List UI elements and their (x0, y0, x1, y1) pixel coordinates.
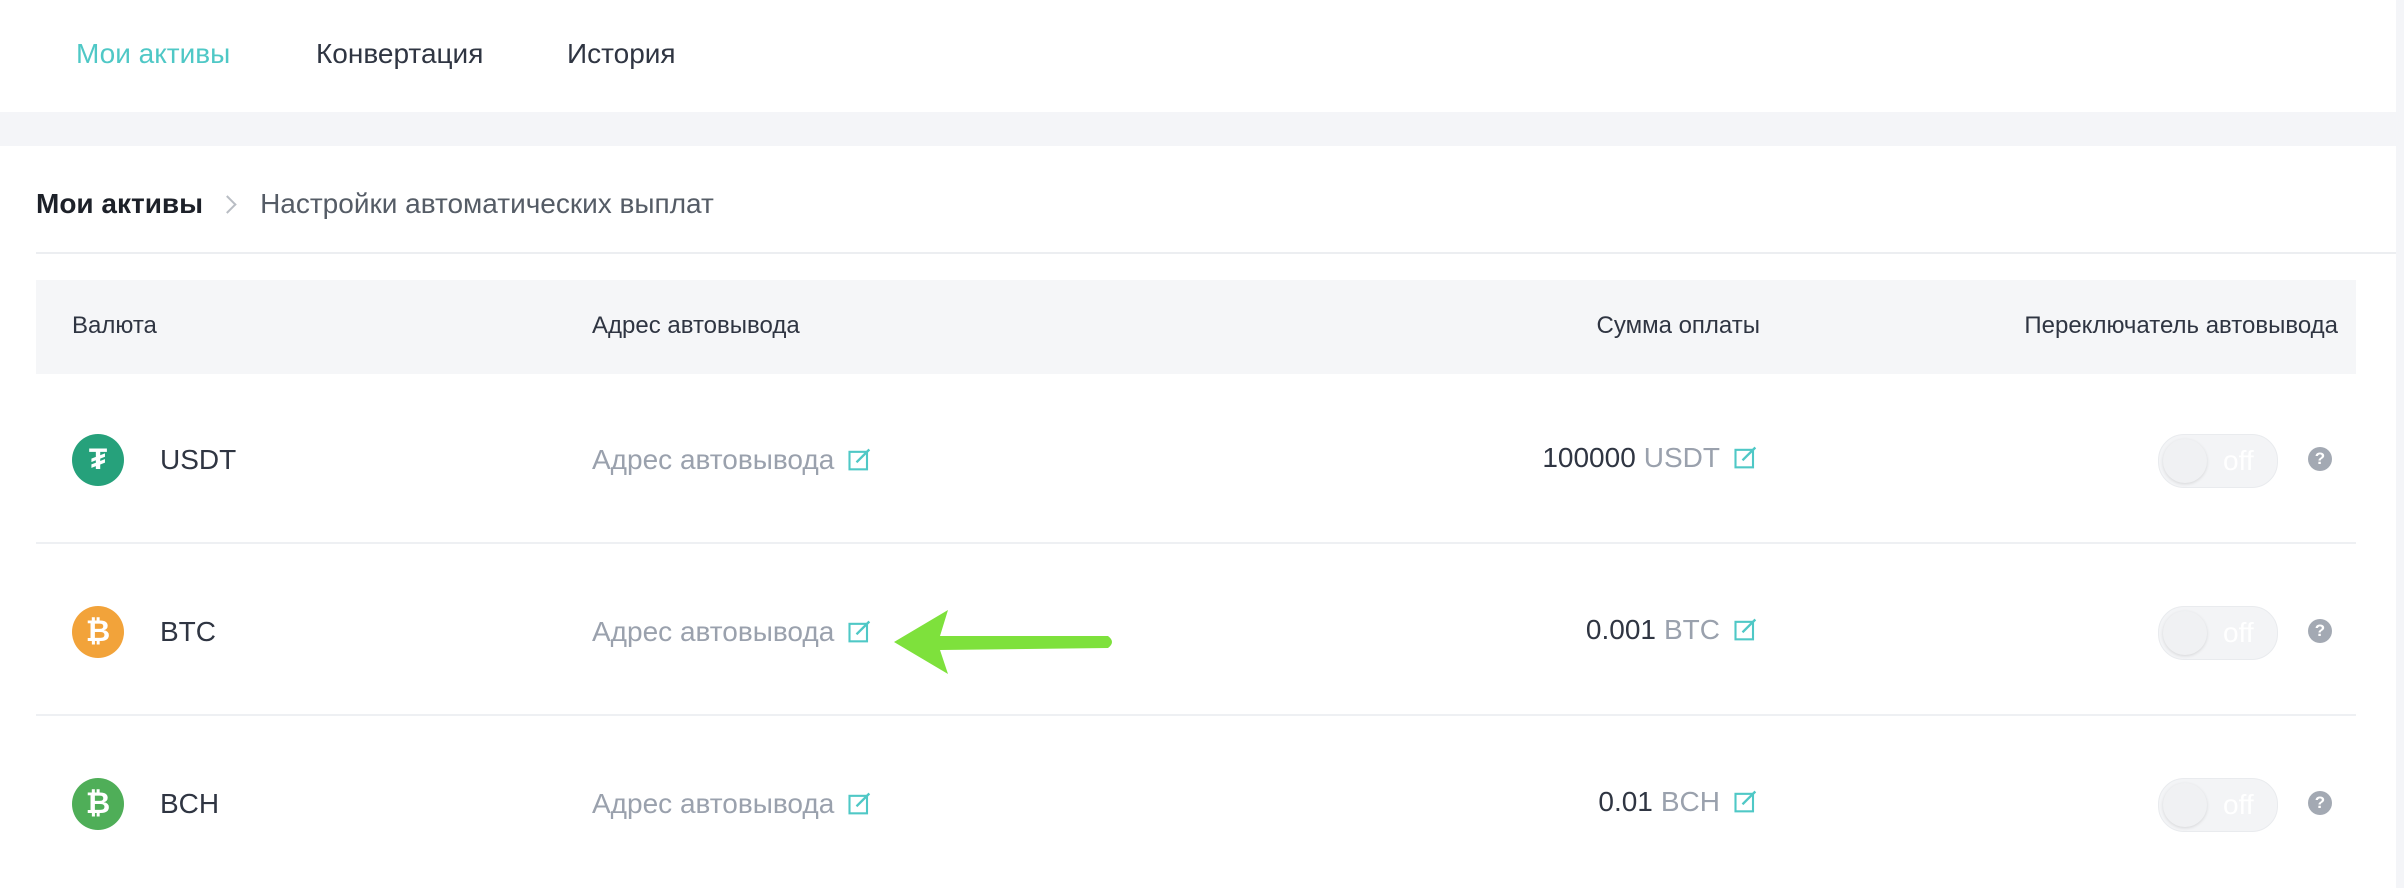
row-divider (36, 542, 2356, 544)
auto-withdraw-toggle[interactable]: off (2158, 606, 2278, 660)
toggle-label: off (2223, 445, 2254, 476)
edit-icon[interactable] (1732, 616, 1760, 644)
edit-icon[interactable] (1732, 444, 1760, 472)
header-switch: Переключатель автовывода (2024, 312, 2338, 339)
amount-unit: BTC (1664, 614, 1720, 645)
auto-withdraw-toggle[interactable]: off (2158, 434, 2278, 488)
address-placeholder: Адрес автовывода (592, 788, 835, 819)
help-icon[interactable]: ? (2308, 791, 2332, 815)
breadcrumb-my-assets[interactable]: Мои активы (36, 188, 203, 220)
tab-my-assets[interactable]: Мои активы (76, 38, 230, 70)
table-header: Валюта Адрес автовывода Сумма оплаты Пер… (36, 280, 2356, 374)
bitcoin-icon: ₿ (72, 606, 124, 658)
address-field[interactable]: Адрес автовывода (592, 444, 874, 476)
header-address: Адрес автовывода (592, 312, 800, 339)
annotation-arrow-icon (894, 610, 1112, 674)
edit-icon[interactable] (846, 790, 874, 818)
tab-history[interactable]: История (567, 38, 676, 70)
tether-icon: ₮ (72, 434, 124, 486)
help-icon[interactable]: ? (2308, 447, 2332, 471)
amount-field[interactable]: 0.01 BCH (1598, 786, 1760, 818)
coin-name: BTC (160, 616, 216, 647)
toggle-label: off (2223, 789, 2254, 820)
breadcrumb-current: Настройки автоматических выплат (260, 188, 714, 219)
header-amount: Сумма оплаты (1596, 312, 1761, 339)
toggle-knob (2163, 439, 2207, 483)
coin-name: BCH (160, 788, 220, 819)
amount-unit: USDT (1643, 442, 1720, 473)
amount-field[interactable]: 0.001 BTC (1586, 614, 1760, 646)
toggle-knob (2163, 783, 2207, 827)
bitcoin-cash-icon: ₿ (72, 778, 124, 830)
table-row: ₿ BTC Адрес автовывода 0.001 BTC off ? (36, 546, 2356, 716)
amount-value: 0.001 (1585, 614, 1656, 645)
amount-unit: BCH (1660, 786, 1720, 817)
auto-withdraw-toggle[interactable]: off (2158, 778, 2278, 832)
header-currency: Валюта (72, 312, 157, 339)
address-field[interactable]: Адрес автовывода (592, 616, 874, 648)
address-field[interactable]: Адрес автовывода (592, 788, 874, 820)
amount-value: 100000 (1542, 442, 1636, 473)
address-placeholder: Адрес автовывода (592, 616, 835, 647)
help-icon[interactable]: ? (2308, 619, 2332, 643)
chevron-right-icon (218, 194, 237, 214)
address-placeholder: Адрес автовывода (592, 444, 835, 475)
edit-icon[interactable] (846, 446, 874, 474)
edit-icon[interactable] (1732, 788, 1760, 816)
coin-name: USDT (160, 444, 237, 475)
toggle-label: off (2223, 617, 2254, 648)
amount-field[interactable]: 100000 USDT (1542, 442, 1760, 474)
breadcrumb: Мои активы Настройки автоматических выпл… (36, 184, 714, 224)
auto-payout-panel: Мои активы Настройки автоматических выпл… (0, 146, 2396, 888)
top-navigation: Мои активы Конвертация История (0, 0, 2396, 112)
edit-icon[interactable] (846, 618, 874, 646)
toggle-knob (2163, 611, 2207, 655)
amount-value: 0.01 (1598, 786, 1653, 817)
row-divider (36, 714, 2356, 716)
table-row: ₿ BCH Адрес автовывода 0.01 BCH off ? (36, 718, 2356, 888)
tab-conversion[interactable]: Конвертация (316, 38, 483, 70)
table-row: ₮ USDT Адрес автовывода 100000 USDT off … (36, 374, 2356, 544)
divider (36, 252, 2396, 254)
